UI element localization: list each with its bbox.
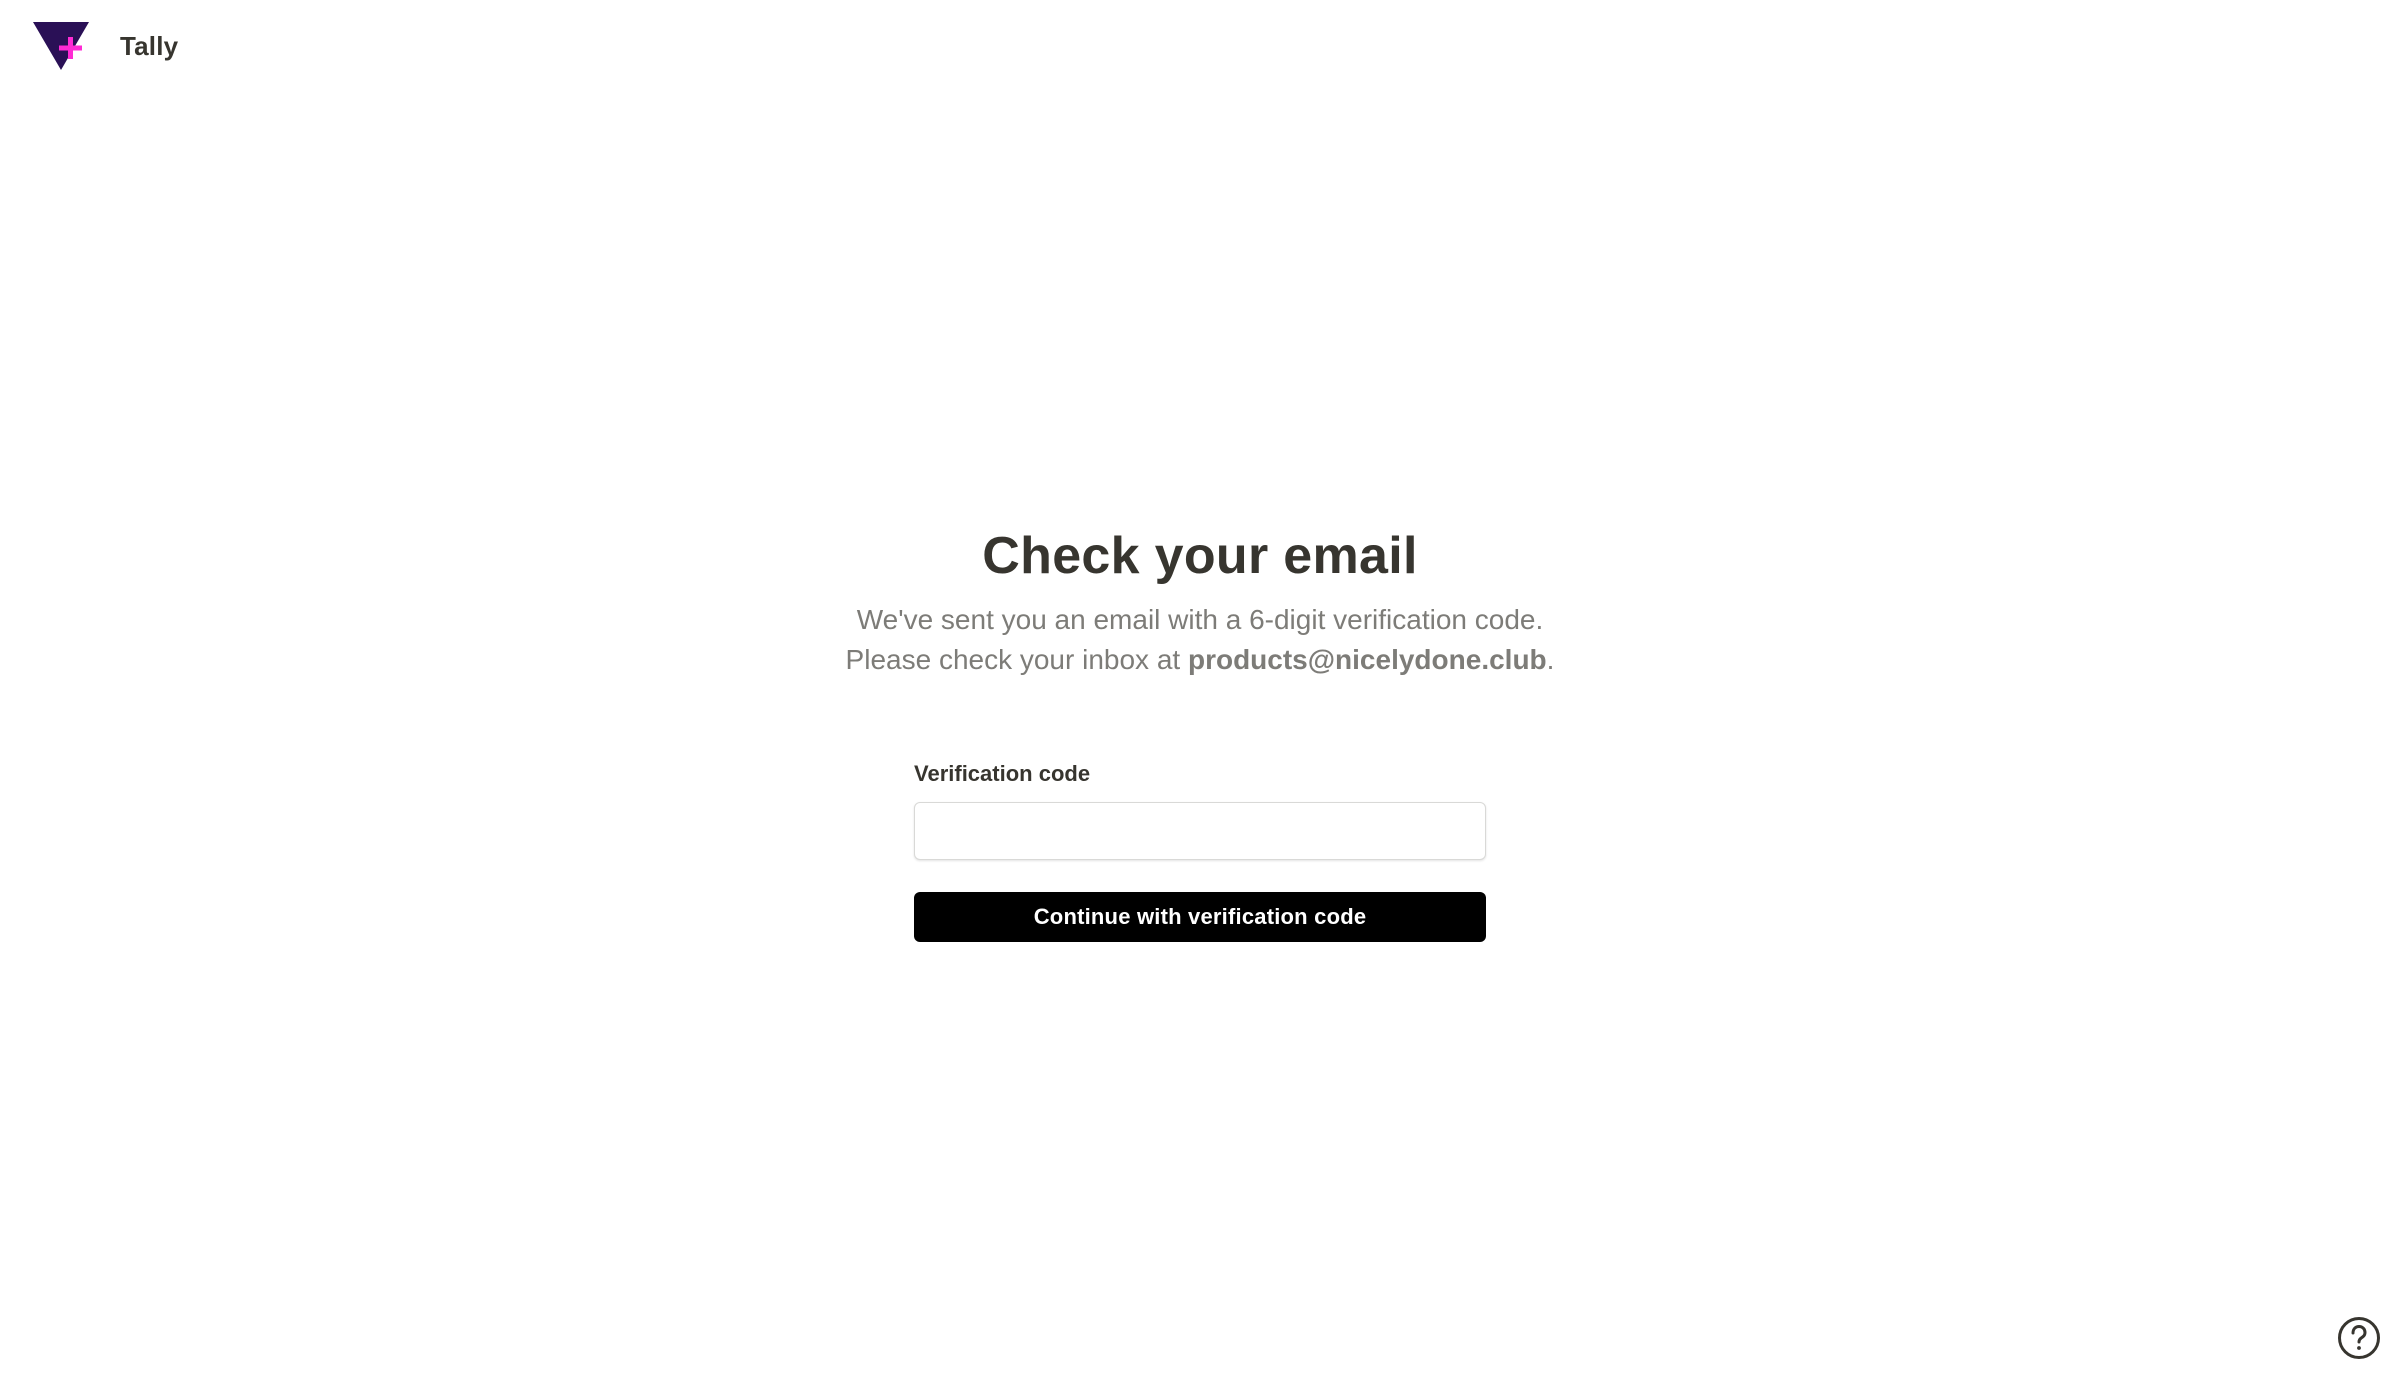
help-button[interactable]: [2338, 1317, 2380, 1359]
page: Tally Check your email We've sent you an…: [0, 0, 2400, 1379]
verification-code-input[interactable]: [914, 802, 1486, 860]
page-title: Check your email: [982, 527, 1418, 585]
tally-logo-icon: [33, 22, 89, 70]
verification-code-label: Verification code: [914, 761, 1091, 786]
email-address: products@nicelydone.club: [1187, 644, 1547, 675]
page-subtitle: We've sent you an email with a 6-digit v…: [0, 600, 2400, 680]
verification-form: Verification code Continue with verifica…: [914, 760, 1486, 942]
subtitle-line-2-prefix: Please check your inbox at: [845, 644, 1188, 675]
subtitle-line-2-suffix: .: [1546, 644, 1555, 675]
subtitle-line-1: We've sent you an email with a 6-digit v…: [856, 604, 1544, 635]
brand-name: Tally: [120, 30, 179, 61]
verification-header: Check your email We've sent you an email…: [0, 520, 2400, 680]
brand[interactable]: Tally: [32, 20, 178, 72]
question-circle-icon: [2351, 1325, 2367, 1350]
continue-button[interactable]: Continue with verification code: [914, 892, 1486, 942]
